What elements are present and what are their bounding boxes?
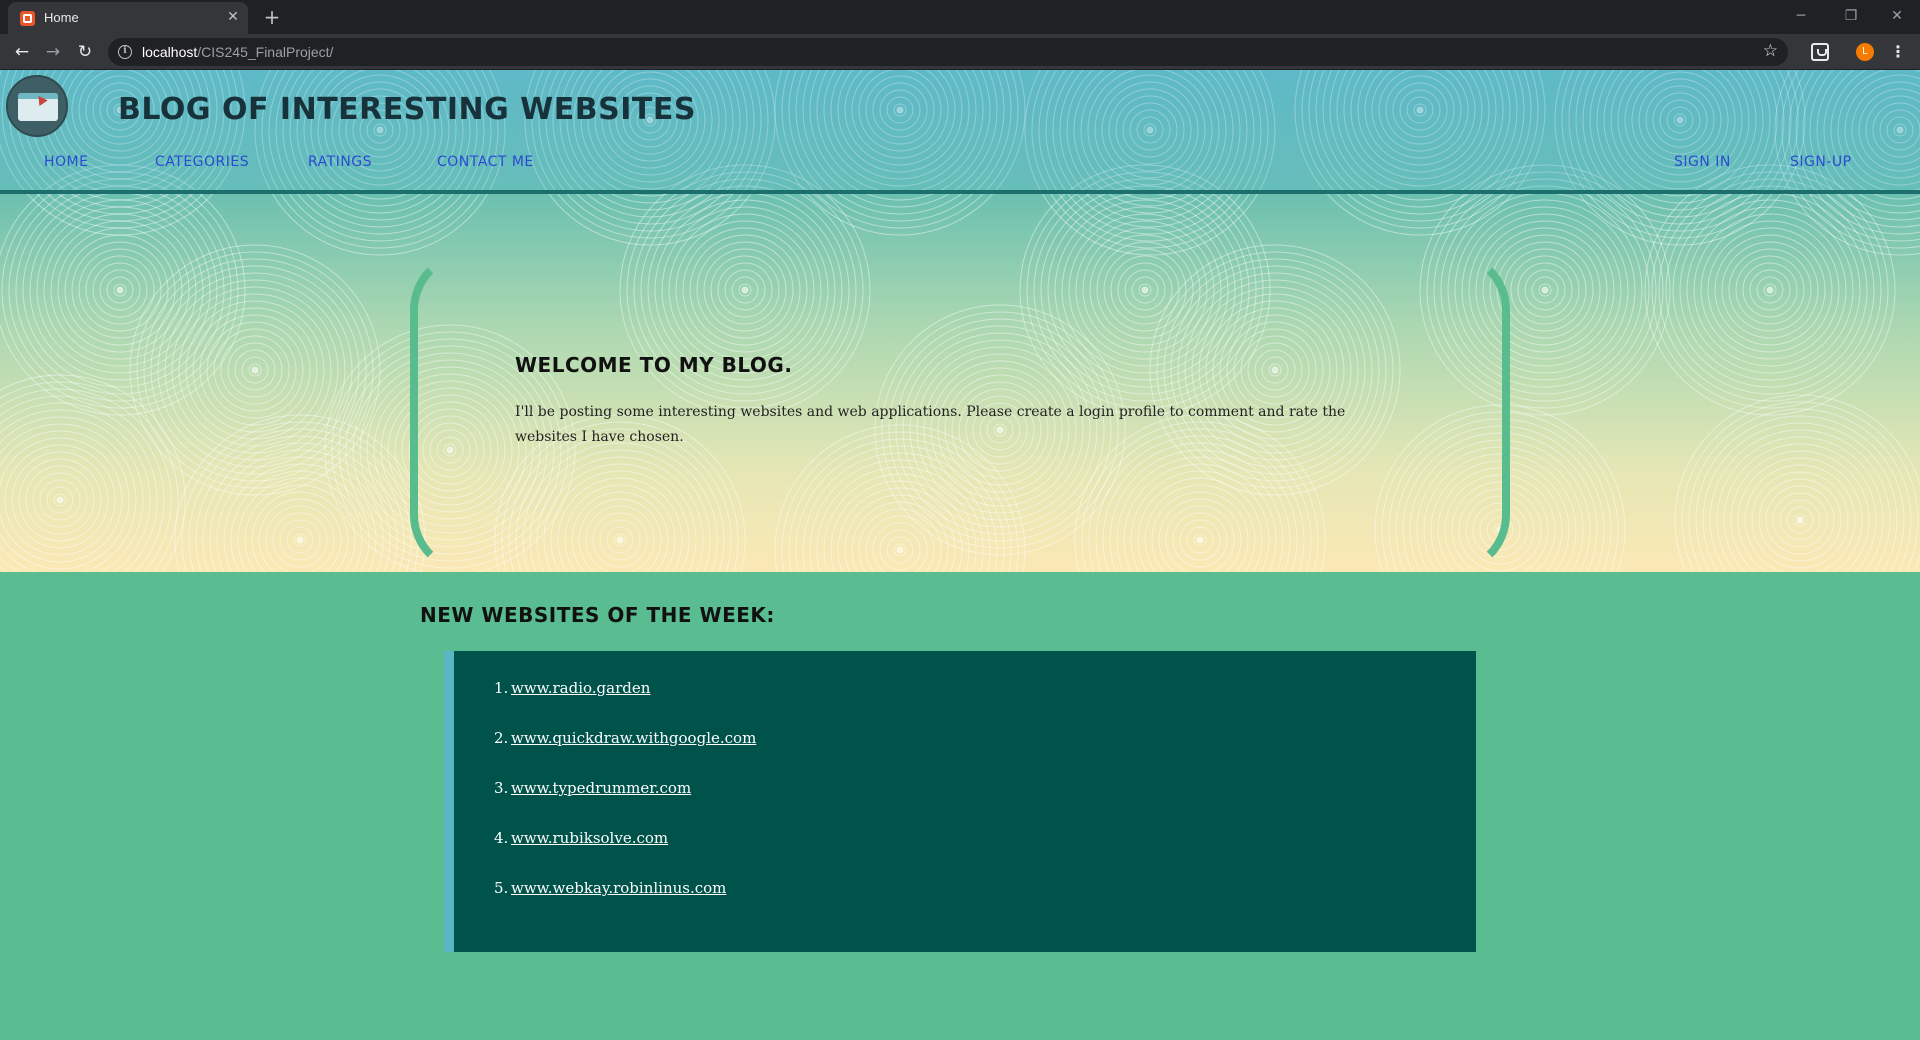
new-tab-button[interactable]: + (260, 5, 284, 29)
list-item: 5. www.webkay.robinlinus.com (494, 879, 756, 929)
website-link[interactable]: www.rubiksolve.com (511, 829, 668, 847)
minimize-window-button[interactable]: ─ (1786, 4, 1816, 28)
list-item: 3. www.typedrummer.com (494, 779, 756, 829)
nav-sign-up-link[interactable]: SIGN-UP (1790, 154, 1852, 170)
list-item: 1. www.radio.garden (494, 679, 756, 729)
list-number: 2. (494, 729, 509, 747)
restore-window-button[interactable]: ❐ (1836, 4, 1866, 28)
new-websites-panel: 1. www.radio.garden 2. www.quickdraw.withg… (444, 651, 1476, 952)
nav-ratings-link[interactable]: RATINGS (308, 154, 372, 170)
site-logo[interactable] (6, 75, 68, 137)
browser-tab-home[interactable]: Home ✕ (8, 2, 248, 34)
browser-menu-icon[interactable]: ⋮ (1890, 41, 1906, 63)
forward-icon[interactable]: → (41, 41, 65, 63)
hero-section: BLOG OF INTERESTING WEBSITES HOME CATEGO… (0, 70, 1920, 572)
browser-toolbar: ← → ↻ i localhost/CIS245_FinalProject/ ☆… (0, 34, 1920, 70)
list-number: 1. (494, 679, 509, 697)
close-window-button[interactable]: ✕ (1882, 4, 1912, 28)
website-link[interactable]: www.typedrummer.com (511, 779, 691, 797)
site-title: BLOG OF INTERESTING WEBSITES (118, 92, 696, 127)
nav-categories-link[interactable]: CATEGORIES (155, 154, 249, 170)
url-host: localhost (142, 44, 198, 60)
url-text[interactable]: localhost/CIS245_FinalProject/ (142, 44, 333, 60)
favicon-icon (20, 11, 35, 26)
list-item: 4. www.rubiksolve.com (494, 829, 756, 879)
welcome-heading: WELCOME TO MY BLOG. (515, 353, 793, 377)
website-link[interactable]: www.quickdraw.withgoogle.com (511, 729, 756, 747)
address-bar[interactable]: i localhost/CIS245_FinalProject/ ☆ (108, 38, 1788, 66)
site-header: BLOG OF INTERESTING WEBSITES HOME CATEGO… (0, 70, 1920, 194)
site-info-icon[interactable]: i (118, 45, 132, 59)
bookmark-star-icon[interactable]: ☆ (1763, 41, 1778, 61)
reload-icon[interactable]: ↻ (73, 41, 97, 63)
pocket-extension-icon[interactable] (1811, 43, 1829, 61)
welcome-text: I'll be posting some interesting website… (515, 404, 1346, 445)
list-number: 4. (494, 829, 509, 847)
page-content: BLOG OF INTERESTING WEBSITES HOME CATEGO… (0, 70, 1920, 1040)
nav-home-link[interactable]: HOME (44, 154, 88, 170)
list-number: 3. (494, 779, 509, 797)
close-tab-icon[interactable]: ✕ (224, 8, 242, 26)
url-path: /CIS245_FinalProject/ (197, 44, 334, 60)
list-number: 5. (494, 879, 509, 897)
tab-title: Home (44, 10, 79, 25)
browser-tab-strip: Home ✕ + ─ ❐ ✕ (0, 0, 1920, 34)
list-item: 2. www.quickdraw.withgoogle.com (494, 729, 756, 779)
new-websites-heading: NEW WEBSITES OF THE WEEK: (420, 603, 775, 627)
back-icon[interactable]: ← (10, 41, 34, 63)
profile-avatar[interactable]: L (1856, 43, 1874, 61)
website-link[interactable]: www.webkay.robinlinus.com (511, 879, 726, 897)
new-websites-list: 1. www.radio.garden 2. www.quickdraw.withg… (494, 679, 756, 929)
nav-sign-in-link[interactable]: SIGN IN (1674, 154, 1731, 170)
website-link[interactable]: www.radio.garden (511, 679, 650, 697)
nav-contact-link[interactable]: CONTACT ME (437, 154, 534, 170)
